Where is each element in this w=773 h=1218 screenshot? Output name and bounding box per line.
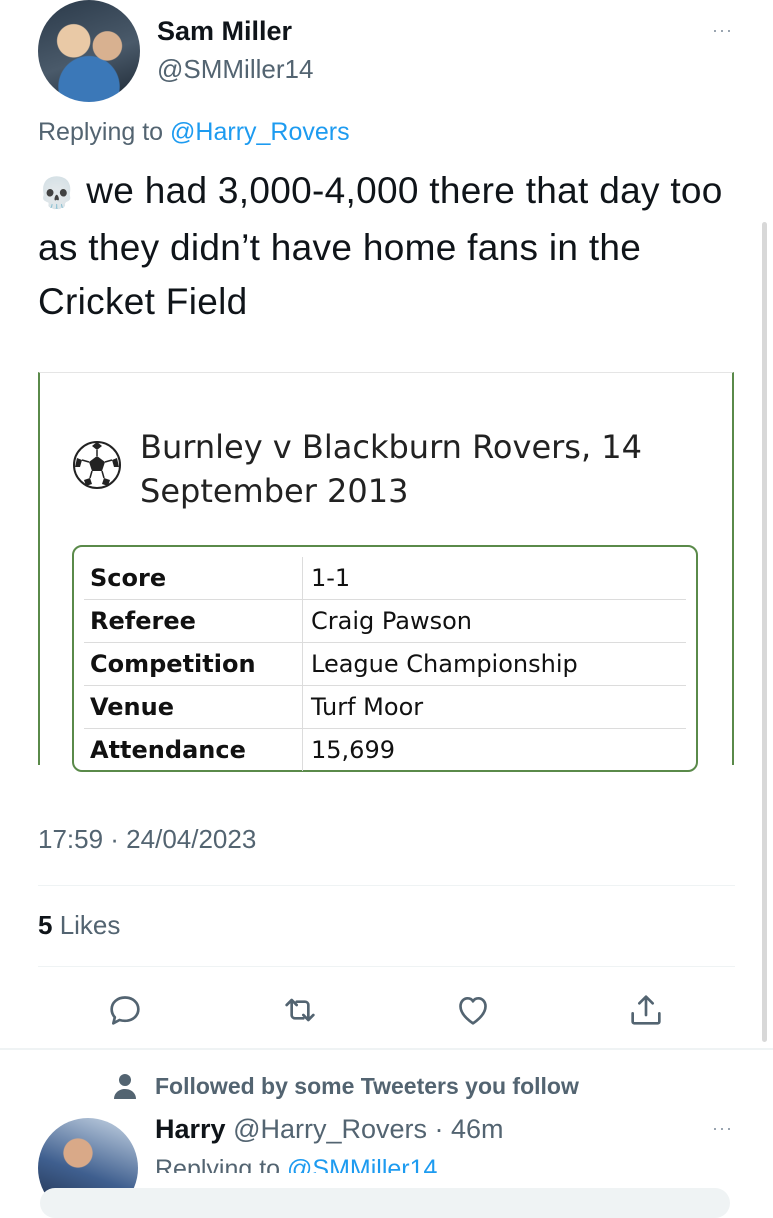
section-divider <box>0 1048 773 1050</box>
row-value: Turf Moor <box>311 693 424 721</box>
next-tweet-time[interactable]: · 46m <box>427 1114 504 1144</box>
next-more-options-icon[interactable]: ··· <box>712 1118 733 1139</box>
row-key: Referee <box>84 600 303 642</box>
table-row: Score 1-1 <box>84 557 686 600</box>
replying-to-link[interactable]: @Harry_Rovers <box>170 118 350 146</box>
row-value: Craig Pawson <box>311 607 472 635</box>
followed-notice: Followed by some Tweeters you follow <box>155 1073 579 1099</box>
divider <box>38 885 735 886</box>
like-icon[interactable] <box>453 990 493 1030</box>
skull-emoji: 💀 <box>38 177 76 210</box>
person-icon <box>114 1074 136 1099</box>
retweet-icon[interactable] <box>280 990 320 1030</box>
row-key: Attendance <box>84 729 303 771</box>
tweet-body: we had 3,000-4,000 there that day too as… <box>38 170 723 322</box>
row-key: Score <box>84 557 303 599</box>
card-title: Burnley v Blackburn Rovers, 14 September… <box>140 428 643 510</box>
table-row: Competition League Championship <box>84 643 686 686</box>
reply-icon[interactable] <box>105 990 145 1030</box>
table-row: Attendance 15,699 <box>84 729 686 771</box>
table-row: Referee Craig Pawson <box>84 600 686 643</box>
next-author-name[interactable]: Harry <box>155 1114 226 1144</box>
author-handle[interactable]: @SMMiller14 <box>157 54 313 85</box>
reply-compose-bar[interactable] <box>40 1188 730 1218</box>
more-options-icon[interactable]: ··· <box>712 20 733 41</box>
next-replying-to: Replying to @SMMiller14 <box>155 1155 437 1173</box>
table-row: Venue Turf Moor <box>84 686 686 729</box>
next-author-handle[interactable]: @Harry_Rovers <box>233 1114 427 1144</box>
replying-to: Replying to @Harry_Rovers <box>38 118 350 147</box>
row-value: League Championship <box>311 650 578 678</box>
replying-prefix: Replying to <box>38 118 171 146</box>
match-info-table: Score 1-1 Referee Craig Pawson Competiti… <box>72 545 698 772</box>
row-key: Competition <box>84 643 303 685</box>
tweet-text: 💀 we had 3,000-4,000 there that day too … <box>38 164 748 329</box>
likes-number: 5 <box>38 910 53 940</box>
likes-label: Likes <box>52 910 121 940</box>
row-value: 1-1 <box>311 564 351 592</box>
next-tweet-header: Harry @Harry_Rovers · 46m <box>155 1114 504 1145</box>
share-icon[interactable] <box>626 990 666 1030</box>
likes-count[interactable]: 5 Likes <box>38 910 120 941</box>
divider <box>38 966 735 967</box>
author-name[interactable]: Sam Miller <box>157 16 292 47</box>
next-replying-link[interactable]: @SMMiller14 <box>287 1155 437 1173</box>
row-key: Venue <box>84 686 303 728</box>
scrollbar[interactable] <box>762 222 767 1042</box>
football-icon <box>73 441 121 489</box>
next-replying-prefix: Replying to <box>155 1155 288 1173</box>
row-value: 15,699 <box>311 736 395 764</box>
author-avatar[interactable] <box>38 0 140 102</box>
tweet-timestamp[interactable]: 17:59 · 24/04/2023 <box>38 824 256 855</box>
